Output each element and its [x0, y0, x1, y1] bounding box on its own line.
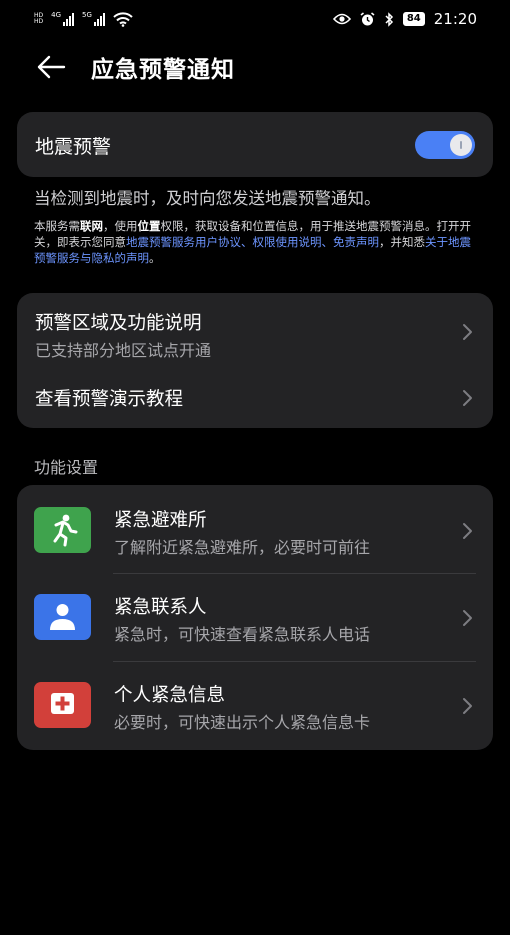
- chevron-right-icon: [463, 698, 472, 714]
- personal-emergency-info-item[interactable]: 个人紧急信息 必要时，可快速出示个人紧急信息卡: [17, 661, 493, 750]
- signal-2: 5G: [82, 12, 105, 26]
- earthquake-warning-label: 地震预警: [35, 136, 112, 158]
- notice-bold-location: 位置: [137, 219, 161, 233]
- signal-1: 4G: [51, 11, 75, 26]
- earthquake-description: 当检测到地震时，及时向您发送地震预警通知。: [34, 189, 381, 208]
- hd-indicator: HD HD: [34, 13, 43, 25]
- user-agreement-link[interactable]: 地震预警服务用户协议: [126, 235, 241, 249]
- demo-tutorial-item[interactable]: 查看预警演示教程: [17, 368, 493, 428]
- warning-area-item[interactable]: 预警区域及功能说明 已支持部分地区试点开通: [17, 293, 493, 368]
- emergency-shelter-item[interactable]: 紧急避难所 了解附近紧急避难所，必要时可前往: [17, 485, 493, 573]
- emergency-contact-subtitle: 紧急时，可快速查看紧急联系人电话: [114, 625, 371, 644]
- notice-text: 本服务需: [34, 219, 80, 233]
- emergency-shelter-subtitle: 了解附近紧急避难所，必要时可前往: [114, 538, 371, 557]
- running-person-icon: [34, 507, 91, 553]
- notice-text: 。: [149, 251, 161, 265]
- medical-cross-icon: [34, 682, 91, 728]
- status-bar-left: HD HD 4G 5G: [34, 10, 133, 28]
- chevron-right-icon: [463, 390, 472, 406]
- info-card: 预警区域及功能说明 已支持部分地区试点开通 查看预警演示教程: [17, 293, 493, 428]
- notice-bold-network: 联网: [80, 219, 103, 233]
- battery-indicator: 84: [402, 12, 425, 26]
- earthquake-warning-toggle[interactable]: [415, 131, 475, 159]
- emergency-shelter-title: 紧急避难所: [114, 510, 207, 531]
- page-title: 应急预警通知: [91, 57, 235, 83]
- network-type-1: 4G: [51, 11, 62, 19]
- status-time: 21:20: [433, 10, 477, 28]
- section-title-settings: 功能设置: [34, 458, 99, 477]
- hd-label-2: HD: [34, 18, 44, 25]
- warning-area-subtitle: 已支持部分地区试点开通: [35, 341, 212, 360]
- disclaimer-link[interactable]: 免责声明: [333, 235, 379, 249]
- link-separator: 、: [241, 235, 253, 249]
- app-header: 应急预警通知: [0, 38, 510, 96]
- status-bar-right: 84 21:20: [332, 10, 477, 28]
- signal-bars-icon: [63, 12, 75, 26]
- notice-text: ，并知悉: [379, 235, 425, 249]
- settings-card: 紧急避难所 了解附近紧急避难所，必要时可前往 紧急联系人 紧急时，可快速查看紧急…: [17, 485, 493, 750]
- link-separator: 、: [321, 235, 334, 249]
- notice-text: ，使用: [103, 219, 138, 233]
- wifi-icon: [113, 12, 133, 27]
- bluetooth-icon: [385, 11, 393, 27]
- chevron-right-icon: [463, 324, 472, 340]
- contact-person-icon: [34, 594, 91, 640]
- service-notice: 本服务需联网，使用位置权限，获取设备和位置信息，用于推送地震预警消息。打开开关，…: [34, 218, 482, 266]
- eye-icon: [332, 13, 351, 25]
- personal-emergency-info-subtitle: 必要时，可快速出示个人紧急信息卡: [114, 713, 371, 732]
- status-bar: HD HD 4G 5G 84 21:20: [0, 0, 510, 38]
- network-type-2: 5G: [82, 11, 92, 19]
- alarm-clock-icon: [360, 11, 375, 25]
- toggle-knob: [450, 134, 472, 156]
- emergency-contact-title: 紧急联系人: [114, 597, 207, 618]
- back-arrow-icon[interactable]: [36, 52, 66, 82]
- signal-bars-icon: [93, 12, 105, 26]
- emergency-contact-item[interactable]: 紧急联系人 紧急时，可快速查看紧急联系人电话: [17, 573, 493, 661]
- earthquake-warning-card[interactable]: 地震预警: [17, 112, 493, 177]
- personal-emergency-info-title: 个人紧急信息: [114, 685, 226, 706]
- chevron-right-icon: [463, 610, 472, 626]
- demo-tutorial-title: 查看预警演示教程: [35, 389, 184, 410]
- permission-description-link[interactable]: 权限使用说明: [253, 235, 322, 249]
- warning-area-title: 预警区域及功能说明: [35, 313, 202, 334]
- chevron-right-icon: [463, 523, 472, 539]
